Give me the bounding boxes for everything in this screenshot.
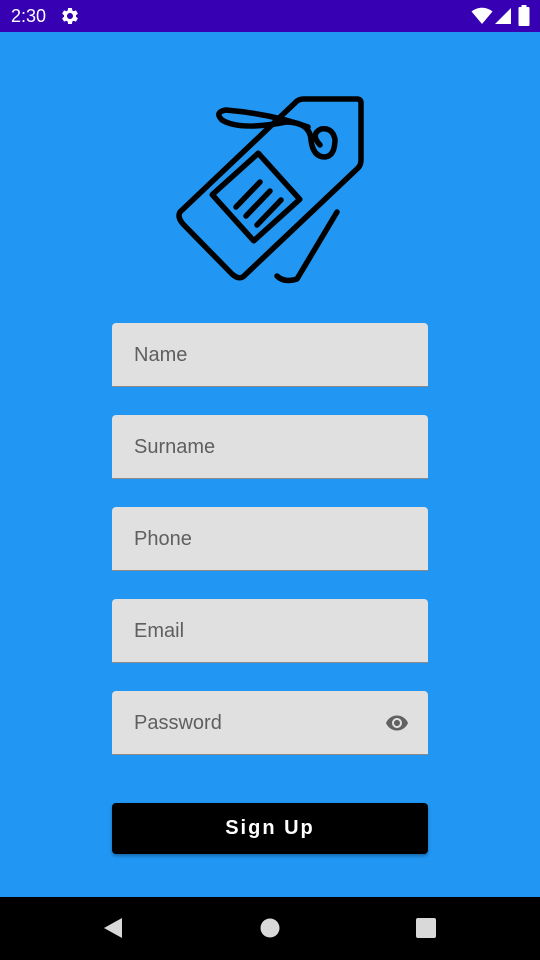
wifi-icon <box>471 7 493 24</box>
name-field[interactable]: Name <box>112 323 428 387</box>
home-icon[interactable] <box>260 917 280 939</box>
settings-icon <box>62 7 78 24</box>
price-tag-icon <box>176 96 364 284</box>
phone-placeholder: Phone <box>134 528 192 550</box>
name-placeholder: Name <box>134 344 188 366</box>
signup-screen: Name Surname Phone Email Password Sign U… <box>0 32 540 897</box>
password-placeholder: Password <box>134 712 222 734</box>
email-field[interactable]: Email <box>112 599 428 663</box>
email-placeholder: Email <box>134 620 185 642</box>
eye-icon[interactable] <box>382 711 412 735</box>
signal-icon <box>495 8 511 24</box>
battery-icon <box>518 5 530 26</box>
sign-up-button[interactable]: Sign Up <box>112 803 428 854</box>
back-icon[interactable] <box>102 917 124 939</box>
status-time: 2:30 <box>11 6 47 26</box>
status-bar: 2:30 <box>0 0 540 32</box>
phone-field[interactable]: Phone <box>112 507 428 571</box>
recents-icon[interactable] <box>415 917 437 939</box>
navigation-bar <box>0 897 540 960</box>
surname-placeholder: Surname <box>134 436 216 458</box>
password-field[interactable]: Password <box>112 691 428 755</box>
surname-field[interactable]: Surname <box>112 415 428 479</box>
